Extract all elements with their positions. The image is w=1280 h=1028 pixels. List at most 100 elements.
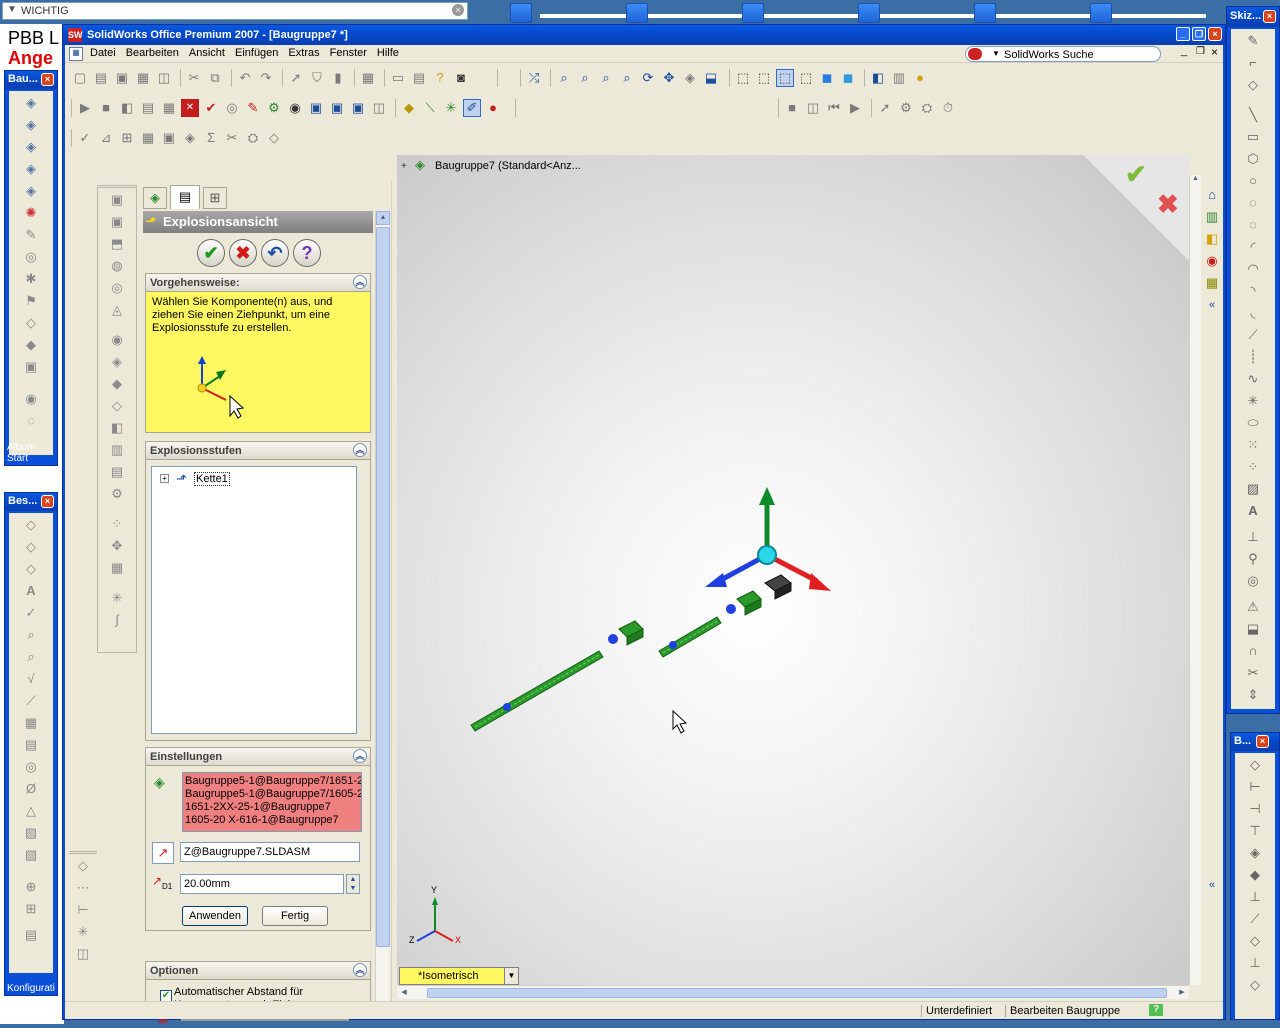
scroll-thumb[interactable] <box>376 227 390 947</box>
cut-icon[interactable]: ✂ <box>185 69 203 87</box>
collapse-icon[interactable]: ︽ <box>353 443 367 457</box>
sketch-tool-icon[interactable]: ⚠ <box>1243 597 1263 617</box>
options-icon[interactable]: ▭ <box>389 69 407 87</box>
tool-icon[interactable]: ◎ <box>223 99 241 117</box>
annotation-tool-icon[interactable]: ▧ <box>21 845 41 865</box>
sketch-icon[interactable]: ✳ <box>73 922 93 942</box>
feature-icon[interactable]: ✳ <box>107 588 127 608</box>
shaded-edges-icon[interactable]: ⬚ <box>797 69 815 87</box>
arc-icon[interactable]: ◟ <box>1243 303 1263 323</box>
tool-icon[interactable]: ⚙ <box>265 99 283 117</box>
feature-icon[interactable]: ⁘ <box>107 514 127 534</box>
point-icon[interactable]: ✳ <box>1243 391 1263 411</box>
shaded-icon[interactable]: ◼ <box>818 69 836 87</box>
sketch-tool-icon[interactable]: ◎ <box>1243 571 1263 591</box>
zoom-in-icon[interactable]: ⌕ <box>597 69 615 87</box>
scroll-right-button[interactable]: ▶ <box>1175 986 1189 999</box>
list-item[interactable]: 1605-20 X-616-1@Baugruppe7 <box>185 814 359 827</box>
annotation-tool-icon[interactable]: ⊞ <box>21 899 41 919</box>
dimension-tool-icon[interactable]: ⊣ <box>1245 799 1265 819</box>
dimension-tool-icon[interactable]: ◈ <box>1245 843 1265 863</box>
select-icon[interactable]: ➚ <box>287 69 305 87</box>
view-name-dropdown[interactable]: *Isometrisch ▼ <box>399 967 519 985</box>
copy-icon[interactable]: ⧉ <box>206 69 224 87</box>
tab-configuration-manager[interactable]: ⊞ <box>203 187 227 209</box>
palette-tool-icon[interactable]: ◈ <box>21 115 41 135</box>
print-icon[interactable]: ▦ <box>134 69 152 87</box>
rectangle-icon[interactable]: ▭ <box>1243 127 1263 147</box>
dropdown-icon[interactable]: ▼ <box>7 4 17 15</box>
menu-item[interactable]: Einfügen <box>230 47 283 59</box>
rebuild-icon[interactable]: ▮ <box>329 69 347 87</box>
menu-item[interactable]: Ansicht <box>184 47 230 59</box>
tool-icon[interactable]: ▦ <box>139 129 157 147</box>
annotation-tool-icon[interactable]: √ <box>21 669 41 689</box>
view-palette-icon[interactable]: ▦ <box>1202 273 1222 293</box>
text-icon[interactable]: A <box>1243 501 1263 521</box>
animation-icon[interactable]: ⚙ <box>897 99 915 117</box>
centerline-icon[interactable]: ┊ <box>1243 347 1263 367</box>
taskbar-app-3[interactable] <box>742 3 764 23</box>
pattern-icon[interactable]: ⁙ <box>1243 435 1263 455</box>
collapse-icon[interactable]: ︽ <box>353 963 367 977</box>
annotation-tool-icon[interactable]: ✓ <box>21 603 41 623</box>
save-icon[interactable]: ▣ <box>113 69 131 87</box>
palette-tool-icon[interactable]: ✱ <box>21 269 41 289</box>
clear-icon[interactable]: × <box>452 4 464 16</box>
record-icon[interactable]: ● <box>484 99 502 117</box>
list-item[interactable]: Baugruppe5-1@Baugruppe7/1651-2 <box>185 775 361 788</box>
feature-icon[interactable]: ◍ <box>107 256 127 276</box>
animation-icon[interactable]: ◫ <box>804 99 822 117</box>
feature-icon[interactable]: ✥ <box>107 536 127 556</box>
distance-field[interactable]: 20.00mm <box>180 874 344 894</box>
close-icon[interactable]: × <box>1263 10 1276 23</box>
feature-icon[interactable]: ◬ <box>107 300 127 320</box>
dimension-tool-icon[interactable]: ◇ <box>1245 755 1265 775</box>
palette-tool-icon[interactable]: ✺ <box>21 203 41 223</box>
file-explorer-icon[interactable]: ◧ <box>1202 229 1222 249</box>
chevron-down-icon[interactable]: ▼ <box>504 968 518 984</box>
annotation-tool-icon[interactable]: ◇ <box>21 537 41 557</box>
viewport-vscrollbar[interactable]: ▲ <box>1189 175 1201 985</box>
dimension-tool-icon[interactable]: ◇ <box>1245 931 1265 951</box>
dimension-tool-icon[interactable]: ⊢ <box>1245 777 1265 797</box>
palette-tool-icon[interactable]: ◈ <box>21 137 41 157</box>
tool-icon[interactable]: ✳ <box>442 99 460 117</box>
feature-icon[interactable]: ▥ <box>107 440 127 460</box>
explode-steps-header[interactable]: Explosionsstufen ︽ <box>146 442 370 460</box>
palette-tool-icon[interactable]: ◆ <box>21 335 41 355</box>
grid-icon[interactable]: ▦ <box>359 69 377 87</box>
collapse-icon[interactable]: ︽ <box>353 749 367 763</box>
undo-icon[interactable]: ↶ <box>236 69 254 87</box>
help-icon[interactable]: ? <box>1149 1004 1163 1016</box>
standard-views-icon[interactable]: ⬓ <box>702 69 720 87</box>
done-button[interactable]: Fertig <box>262 906 328 926</box>
stop-icon[interactable]: ■ <box>97 99 115 117</box>
feature-icon[interactable]: ◎ <box>107 278 127 298</box>
annotation-tool-icon[interactable]: ◇ <box>21 559 41 579</box>
palette-tool-icon[interactable]: ◈ <box>21 93 41 113</box>
scroll-up-button[interactable]: ▲ <box>1190 175 1201 187</box>
feature-icon[interactable]: ⚙ <box>107 484 127 504</box>
feature-icon[interactable]: ◧ <box>107 418 127 438</box>
new-icon[interactable]: ▢ <box>71 69 89 87</box>
feature-icon[interactable]: ∫ <box>107 610 127 630</box>
annotation-tool-icon[interactable]: ◇ <box>21 515 41 535</box>
check-icon[interactable]: ✔ <box>202 99 220 117</box>
palette-tool-icon[interactable]: ✎ <box>21 225 41 245</box>
delete-icon[interactable]: ✕ <box>181 99 199 117</box>
animation-icon[interactable]: ▶ <box>846 99 864 117</box>
tool-icon[interactable]: ▣ <box>328 99 346 117</box>
options-icon[interactable]: ▤ <box>410 69 428 87</box>
palette-tool-icon[interactable]: ◈ <box>21 159 41 179</box>
zoom-area-icon[interactable]: ⌕ <box>576 69 594 87</box>
direction-icon[interactable]: ↗ <box>152 842 174 864</box>
list-item[interactable]: 1651-2XX-25-1@Baugruppe7 <box>185 801 359 814</box>
annotation-tool-icon[interactable]: ⊕ <box>21 877 41 897</box>
help-button[interactable]: ? <box>293 239 321 267</box>
tool-icon[interactable]: ⛭ <box>244 129 262 147</box>
close-icon[interactable]: × <box>1256 735 1269 748</box>
wireframe-icon[interactable]: ⬚ <box>734 69 752 87</box>
search-box[interactable]: ▼ WICHTIG × <box>2 2 468 20</box>
arc-icon[interactable]: ◠ <box>1243 259 1263 279</box>
